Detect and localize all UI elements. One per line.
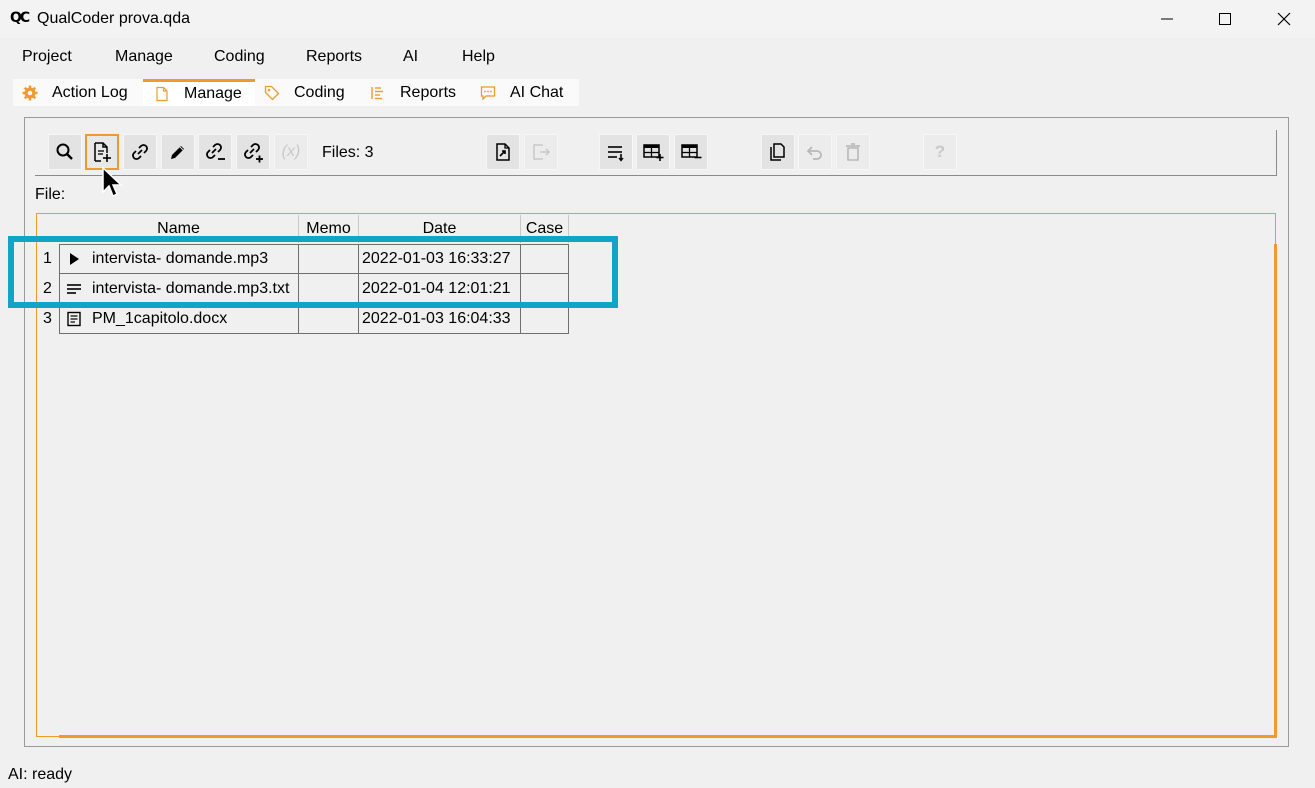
export-button[interactable]	[524, 134, 558, 170]
status-text: AI: ready	[8, 766, 73, 783]
add-column-button[interactable]	[636, 134, 670, 170]
link-add-icon	[244, 143, 263, 163]
delete-button[interactable]	[836, 134, 870, 170]
link-add-button[interactable]	[236, 134, 270, 170]
pencil-icon	[171, 146, 184, 159]
variable-button[interactable]: (x)	[274, 134, 308, 170]
menu-ai[interactable]: AI	[403, 48, 418, 66]
tag-icon	[264, 85, 280, 100]
help-icon: ?	[934, 142, 946, 161]
undo-button[interactable]	[798, 134, 832, 170]
import-file-button[interactable]	[85, 134, 119, 170]
table-edge-right	[1274, 244, 1277, 737]
cell-date[interactable]: 2022-01-03 16:04:33	[359, 304, 521, 334]
link-remove-icon	[206, 143, 225, 160]
export-file-button[interactable]	[486, 134, 520, 170]
tab-action-log[interactable]: Action Log	[22, 79, 147, 106]
file-label: File:	[35, 186, 66, 203]
tab-label: Action Log	[52, 83, 128, 101]
column-header-name[interactable]: Name	[59, 215, 299, 243]
trash-icon	[846, 143, 860, 161]
title-bar: QC QualCoder prova.qda	[0, 0, 1315, 38]
chat-icon	[480, 85, 496, 101]
menu-reports[interactable]: Reports	[306, 48, 362, 66]
file-add-icon	[94, 142, 111, 162]
cell-memo[interactable]	[299, 274, 359, 304]
table-add-icon	[643, 144, 664, 161]
cell-name[interactable]: intervista- domande.mp3.txt	[59, 274, 299, 304]
tab-label: Manage	[184, 85, 242, 102]
copy-button[interactable]	[761, 134, 795, 170]
unlink-button[interactable]	[198, 134, 232, 170]
menu-manage[interactable]: Manage	[115, 48, 173, 66]
cell-case[interactable]	[521, 244, 569, 274]
sort-lines-icon	[608, 146, 624, 162]
search-icon	[56, 143, 73, 160]
row-number: 3	[43, 310, 52, 327]
column-header-date[interactable]: Date	[359, 215, 521, 243]
minimize-icon	[1161, 18, 1173, 20]
view-file-button[interactable]	[48, 134, 82, 170]
close-button[interactable]	[1255, 0, 1313, 38]
cell-memo[interactable]	[299, 304, 359, 334]
main-tab-bar: Action Log Manage Coding Reports AI Chat	[13, 79, 579, 106]
manage-panel: (x) Files: 3 ? File: Name Memo Date Case…	[24, 117, 1289, 747]
tab-reports[interactable]: Reports	[370, 79, 480, 106]
mouse-cursor-icon	[102, 166, 123, 198]
toolbar-edge	[1276, 130, 1277, 176]
maximize-button[interactable]	[1196, 0, 1254, 38]
row-number: 1	[43, 250, 52, 267]
tab-ai-chat[interactable]: AI Chat	[480, 79, 579, 106]
minimize-button[interactable]	[1138, 0, 1196, 38]
cell-case[interactable]	[521, 304, 569, 334]
sort-button[interactable]	[599, 134, 633, 170]
copy-icon	[770, 143, 785, 161]
gear-icon	[22, 85, 38, 100]
menu-coding[interactable]: Coding	[214, 48, 265, 66]
menu-bar: Project Manage Coding Reports AI Help	[0, 40, 1315, 74]
toolbar-separator	[35, 175, 1277, 176]
menu-project[interactable]: Project	[22, 48, 72, 66]
cell-date[interactable]: 2022-01-04 12:01:21	[359, 274, 521, 304]
play-icon	[70, 253, 79, 265]
variable-icon: (x)	[281, 143, 301, 160]
files-count: Files: 3	[322, 144, 374, 161]
tab-label: AI Chat	[510, 83, 564, 101]
cell-memo[interactable]	[299, 244, 359, 274]
tab-manage[interactable]: Manage	[143, 79, 255, 106]
undo-icon	[806, 146, 822, 160]
cell-case[interactable]	[521, 274, 569, 304]
link-icon	[132, 144, 148, 160]
tab-coding[interactable]: Coding	[264, 79, 364, 106]
text-lines-icon	[67, 283, 81, 294]
file-icon	[156, 86, 168, 102]
file-name: intervista- domande.mp3	[92, 250, 269, 267]
tab-label: Coding	[294, 83, 345, 101]
file-export-icon	[496, 143, 510, 161]
cell-date[interactable]: 2022-01-03 16:33:27	[359, 244, 521, 274]
cell-name[interactable]: intervista- domande.mp3	[59, 244, 299, 274]
edit-button[interactable]	[161, 134, 195, 170]
tab-label: Reports	[400, 83, 457, 101]
window-title: QualCoder prova.qda	[37, 10, 190, 27]
close-icon	[1277, 12, 1291, 26]
file-name: intervista- domande.mp3.txt	[92, 279, 290, 297]
list-icon	[371, 86, 383, 99]
remove-column-button[interactable]	[674, 134, 708, 170]
column-header-memo[interactable]: Memo	[299, 215, 359, 243]
maximize-icon	[1219, 13, 1231, 25]
file-name: PM_1capitolo.docx	[92, 309, 228, 327]
table-edge-bottom	[59, 735, 1277, 738]
files-table: Name Memo Date Case 1 intervista- domand…	[36, 213, 1277, 738]
table-remove-icon	[681, 144, 702, 159]
column-header-case[interactable]: Case	[521, 215, 569, 243]
logout-icon	[533, 144, 551, 160]
row-number: 2	[43, 280, 52, 297]
app-logo: QC	[10, 10, 30, 26]
document-icon	[67, 311, 81, 326]
cell-name[interactable]: PM_1capitolo.docx	[59, 304, 299, 334]
link-file-button[interactable]	[123, 134, 157, 170]
help-button[interactable]: ?	[923, 134, 957, 170]
menu-help[interactable]: Help	[462, 48, 495, 66]
